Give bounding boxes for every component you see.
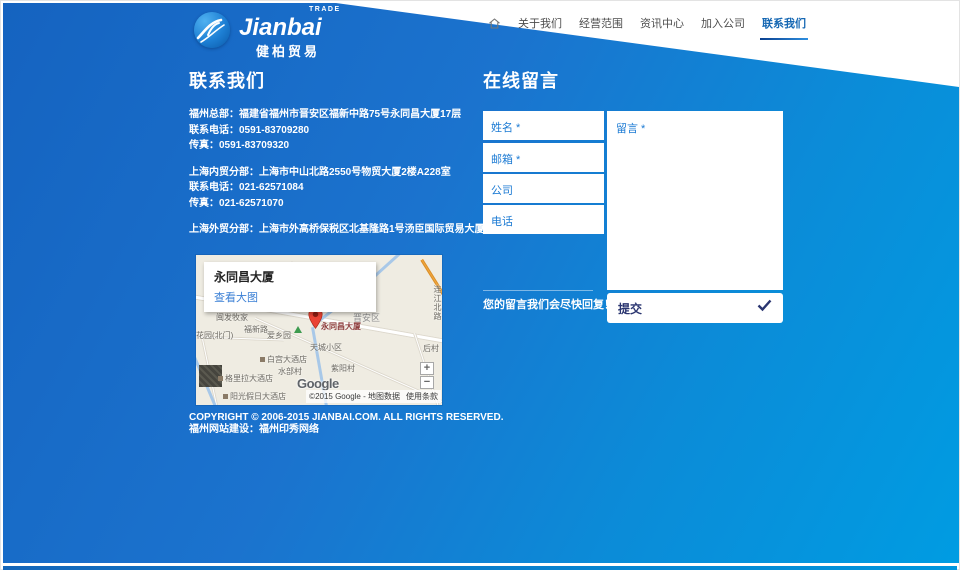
map-copyright-text: ©2015 Google - 地图数据 <box>309 392 400 401</box>
map-label: 天城小区 <box>310 342 342 353</box>
map-label: 格里拉大酒店 <box>218 373 273 384</box>
view-larger-map-link[interactable]: 查看大图 <box>214 289 366 305</box>
map-label: 白宫大酒店 <box>260 354 307 365</box>
guestbook-heading: 在线留言 <box>483 67 559 93</box>
main-canvas: Jianbai TRADE 健柏贸易 关于我们 经营范围 资讯中心 加入公司 联… <box>3 3 959 563</box>
map-label: 花园(北门) <box>196 330 233 341</box>
map-pin-label: 永同昌大厦 <box>321 321 361 332</box>
brand-logo[interactable]: Jianbai TRADE 健柏贸易 <box>186 6 406 61</box>
map-label: 福新路 <box>244 324 268 335</box>
map-label: 紫阳村 <box>331 363 355 374</box>
google-logo: Google <box>297 376 339 391</box>
nav-item-join-company[interactable]: 加入公司 <box>701 15 745 31</box>
nav-item-business-scope[interactable]: 经营范围 <box>579 15 623 31</box>
name-field-label: 姓名 * <box>491 119 520 135</box>
map-info-window: 永同昌大厦 查看大图 <box>204 262 376 312</box>
page: Jianbai TRADE 健柏贸易 关于我们 经营范围 资讯中心 加入公司 联… <box>0 0 960 570</box>
nav-item-contact-active[interactable]: 联系我们 <box>762 15 806 31</box>
phone-field-label: 电话 <box>491 213 513 229</box>
message-textarea[interactable]: 留言 * <box>607 111 783 290</box>
map-zoom-in-button[interactable]: + <box>420 362 434 375</box>
map-label: 后村 <box>423 343 439 354</box>
address-line: 联系电话：0591-83709280 <box>189 123 479 139</box>
brand-trade-badge: TRADE <box>309 6 341 13</box>
address-line: 福州总部：福建省福州市晋安区福新中路75号永同昌大厦17层 <box>189 107 479 123</box>
main-nav: 关于我们 经营范围 资讯中心 加入公司 联系我们 <box>488 13 806 33</box>
map-label: 爱乡园 <box>267 330 291 341</box>
brand-chinese-name: 健柏贸易 <box>256 41 320 60</box>
next-section-strip <box>3 566 957 570</box>
map-info-title: 永同昌大厦 <box>214 268 366 285</box>
google-map-embed[interactable]: 景城大酒店 晋安区 闽发牧家 花园(北门) 福新路 爱乡园 天城小区 白宫大酒店… <box>196 255 442 405</box>
globe-logo-icon <box>194 12 230 48</box>
phone-field[interactable]: 电话 <box>483 205 604 234</box>
map-zoom-out-button[interactable]: − <box>420 376 434 389</box>
name-field[interactable]: 姓名 * <box>483 111 604 140</box>
submit-button-label: 提交 <box>618 300 642 317</box>
park-icon <box>294 326 302 333</box>
nav-item-about[interactable]: 关于我们 <box>518 15 562 31</box>
address-line: 传真：021-62571070 <box>189 196 479 212</box>
map-label: 闽发牧家 <box>216 312 248 323</box>
nav-item-news-center[interactable]: 资讯中心 <box>640 15 684 31</box>
email-field[interactable]: 邮箱 * <box>483 143 604 172</box>
brand-wordmark: Jianbai <box>239 14 322 42</box>
header-white-wedge <box>3 3 959 93</box>
home-icon[interactable] <box>488 17 501 30</box>
address-line: 联系电话：021-62571084 <box>189 180 479 196</box>
map-label: 阳光假日大酒店 <box>223 391 286 402</box>
email-field-label: 邮箱 * <box>491 151 520 167</box>
submit-button[interactable]: 提交 <box>607 293 783 323</box>
address-line: 传真：0591-83709320 <box>189 138 479 154</box>
reply-note: 您的留言我们会尽快回复！ <box>483 296 615 312</box>
checkmark-icon <box>757 299 772 317</box>
message-label: 留言 * <box>616 120 645 136</box>
site-builder-line: 福州网站建设：福州印秀网络 <box>189 424 503 436</box>
contact-heading: 联系我们 <box>189 67 265 93</box>
map-terms-link[interactable]: 使用条款 <box>406 392 438 401</box>
company-field[interactable]: 公司 <box>483 174 604 203</box>
note-divider <box>483 290 593 291</box>
map-label: 连江北路 <box>432 285 442 321</box>
footer-copyright: COPYRIGHT © 2006-2015 JIANBAI.COM. ALL R… <box>189 412 503 435</box>
map-attribution: ©2015 Google - 地图数据使用条款 <box>306 390 441 403</box>
company-field-label: 公司 <box>491 182 513 198</box>
address-line: 上海内贸分部：上海市中山北路2550号物贸大厦2楼A228室 <box>189 165 479 181</box>
copyright-line: COPYRIGHT © 2006-2015 JIANBAI.COM. ALL R… <box>189 412 503 424</box>
address-line: 上海外贸分部：上海市外高桥保税区北基隆路1号汤臣国际贸易大厦706室 <box>189 222 479 238</box>
contact-address-block: 福州总部：福建省福州市晋安区福新中路75号永同昌大厦17层 联系电话：0591-… <box>189 107 479 238</box>
